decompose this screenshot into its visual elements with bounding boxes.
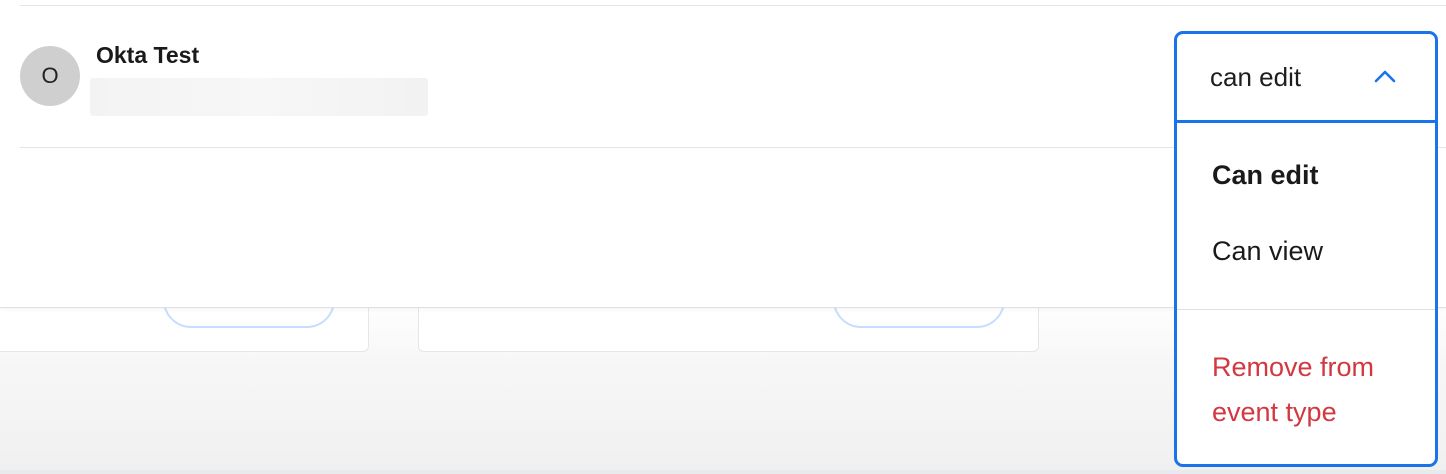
avatar-initial: O <box>41 63 59 88</box>
permission-dropdown: can edit Can edit Can view Remove from e… <box>1174 31 1438 467</box>
option-can-edit[interactable]: Can edit <box>1212 160 1319 191</box>
member-name: Okta Test <box>96 42 200 68</box>
member-email-redacted <box>90 78 428 116</box>
avatar: O <box>20 46 80 106</box>
remove-from-event-type-option[interactable]: Remove from event type <box>1212 345 1422 435</box>
permission-select-value: can edit <box>1210 62 1302 92</box>
chevron-up-icon <box>1374 70 1396 83</box>
page: O Okta Test can edit Can edit Can view R… <box>0 0 1446 474</box>
permission-select[interactable]: can edit <box>1177 34 1435 123</box>
menu-divider <box>1177 309 1435 310</box>
top-divider <box>20 5 1446 6</box>
bottom-divider <box>0 470 1446 474</box>
option-can-view[interactable]: Can view <box>1212 236 1323 267</box>
